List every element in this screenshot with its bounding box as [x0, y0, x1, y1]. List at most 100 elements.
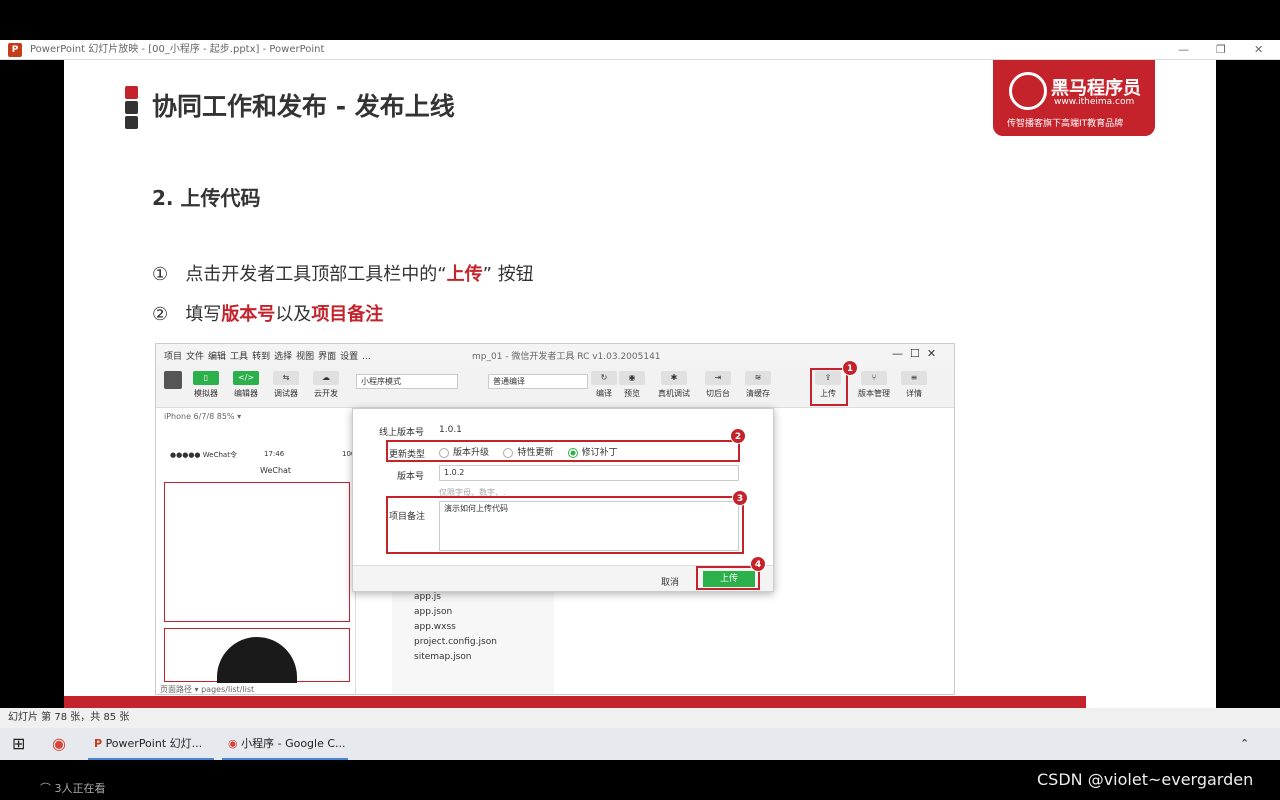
cancel-button[interactable]: 取消 [661, 575, 679, 588]
file-item[interactable]: sitemap.json [392, 652, 554, 667]
step-text: ” 按钮 [482, 264, 534, 285]
minimize-button[interactable]: — [1178, 40, 1189, 60]
badge-1: 1 [842, 360, 858, 376]
devtool-window-controls: — ☐ ✕ [892, 347, 937, 360]
chrome-icon[interactable]: ◉ [52, 728, 66, 760]
background-tool[interactable]: ⇥ 切后台 [700, 369, 736, 399]
editor-tool[interactable]: </> 编辑器 [228, 369, 264, 399]
simulator-pane: iPhone 6/7/8 85% ▾ ●●●●● WeChat令 17:46 1… [156, 408, 356, 694]
title-decoration [125, 86, 138, 131]
section-heading: 2. 上传代码 [152, 186, 261, 210]
menu-item[interactable]: 文件 [186, 352, 204, 362]
ppt-titlebar: P PowerPoint 幻灯片放映 - [00_小程序 - 起步.pptx] … [0, 40, 1280, 60]
ppt-window-title: PowerPoint 幻灯片放映 - [00_小程序 - 起步.pptx] - … [30, 44, 325, 55]
menu-item[interactable]: 工具 [230, 352, 248, 362]
slide-counter: 幻灯片 第 78 张，共 85 张 [8, 712, 130, 723]
clear-cache-tool[interactable]: ≋ 清缓存 [740, 369, 776, 399]
device-debug-tool[interactable]: ✱ 真机调试 [656, 369, 692, 399]
step-number: ② [152, 304, 169, 325]
close-button[interactable]: ✕ [1254, 40, 1263, 60]
slide-bottom-band [64, 696, 1086, 708]
slide-area: 协同工作和发布 - 发布上线 黑马程序员 www.itheima.com 传智播… [0, 60, 1280, 708]
step-highlight: 版本号 [221, 304, 276, 325]
debugger-tool[interactable]: ⇆ 调试器 [268, 369, 304, 399]
csdn-watermark: CSDN @violet~evergarden [1037, 770, 1254, 789]
phone-appname: WeChat [260, 466, 292, 475]
devtool-title: mp_01 - 微信开发者工具 RC v1.03.2005141 [472, 352, 661, 362]
preview-tool[interactable]: ◉ 预览 [614, 369, 650, 399]
stream-footer: ⌒ 3人正在看 CSDN @violet~evergarden [0, 760, 1280, 800]
powerpoint-icon: P [8, 43, 22, 57]
chrome-icon: ◉ [228, 737, 238, 750]
windows-taskbar: ⊞ ◉ P PowerPoint 幻灯... ◉ 小程序 - Google C.… [0, 728, 1280, 760]
file-item[interactable]: app.js [392, 592, 554, 607]
step-highlight: 上传 [446, 264, 483, 285]
step-text: 点击开发者工具顶部工具栏中的“ [185, 264, 447, 285]
page-path: 页面路径 ▾ pages/list/list [160, 685, 255, 694]
person-image [217, 637, 297, 683]
upload-highlight [810, 368, 848, 406]
cloud-icon: ☁ [313, 371, 339, 385]
menu-item[interactable]: 转到 [252, 352, 270, 362]
simulator-tool[interactable]: ▯ 模拟器 [188, 369, 224, 399]
phone-icon: ▯ [193, 371, 219, 385]
file-item[interactable]: app.json [392, 607, 554, 622]
menu-item[interactable]: 设置 [340, 352, 358, 362]
menu-item[interactable]: 编辑 [208, 352, 226, 362]
device-select[interactable]: iPhone 6/7/8 85% ▾ [164, 412, 241, 421]
powerpoint-icon: P [94, 737, 103, 750]
badge-4: 4 [750, 556, 766, 572]
tray-chevron-icon[interactable]: ⌃ [1240, 728, 1249, 760]
ppt-statusbar: 幻灯片 第 78 张，共 85 张 [0, 708, 1280, 728]
step-1: ① 点击开发者工具顶部工具栏中的“上传” 按钮 [152, 260, 534, 286]
step-2: ② 填写版本号以及项目备注 [152, 300, 383, 326]
mode-select[interactable]: 小程序模式 [356, 374, 458, 389]
viewers-count: ⌒ 3人正在看 [40, 782, 106, 795]
swap-icon: ⇆ [273, 371, 299, 385]
menu-item[interactable]: 选择 [274, 352, 292, 362]
eye-icon: ◉ [619, 371, 645, 385]
windows-start-icon[interactable]: ⊞ [12, 728, 25, 760]
itheima-logo: 黑马程序员 www.itheima.com 传智播客旗下高端IT教育品牌 [993, 60, 1155, 136]
online-version-value: 1.0.1 [439, 425, 462, 435]
switch-icon: ⇥ [705, 371, 731, 385]
taskbar-chrome[interactable]: ◉ 小程序 - Google C... [222, 728, 348, 760]
cloud-tool[interactable]: ☁ 云开发 [308, 369, 344, 399]
version-input[interactable]: 1.0.2 [439, 465, 739, 481]
menu-item[interactable]: ... [362, 352, 371, 362]
logo-slogan: 传智播客旗下高端IT教育品牌 [1007, 119, 1124, 129]
slide-title: 协同工作和发布 - 发布上线 [152, 92, 455, 121]
bug-icon: ✱ [661, 371, 687, 385]
menu-item[interactable]: 视图 [296, 352, 314, 362]
top-black-bar [0, 0, 1280, 40]
file-item[interactable]: app.wxss [392, 622, 554, 637]
details-tool[interactable]: ≡ 详情 [896, 369, 932, 399]
horse-logo-icon [1009, 72, 1047, 110]
step-text: 以及 [275, 304, 312, 325]
phone-content-box [164, 482, 350, 622]
branch-icon: ⑂ [861, 371, 887, 385]
menu-item[interactable]: 项目 [164, 352, 182, 362]
phone-signal: ●●●●● WeChat令 [170, 451, 237, 459]
slide[interactable]: 协同工作和发布 - 发布上线 黑马程序员 www.itheima.com 传智播… [64, 60, 1216, 708]
phone-image-box [164, 628, 350, 683]
compile-select[interactable]: 普通编译 [488, 374, 588, 389]
menu-item[interactable]: 界面 [318, 352, 336, 362]
avatar [164, 371, 182, 389]
file-tree: app.js app.json app.wxss project.config.… [392, 592, 554, 694]
type-highlight [386, 440, 740, 462]
phone-time: 17:46 [264, 450, 285, 458]
upload-btn-highlight [696, 566, 760, 590]
version-label: 版本号 [397, 472, 425, 482]
devtool-screenshot: 项目 文件 编辑 工具 转到 选择 视图 界面 设置... mp_01 - 微信开发者工具 RC… [155, 343, 955, 695]
file-item[interactable]: project.config.json [392, 637, 554, 652]
logo-url: www.itheima.com [1054, 97, 1135, 107]
devtool-menubar: 项目 文件 编辑 工具 转到 选择 视图 界面 设置... mp_01 - 微信开发者工具 RC… [156, 344, 954, 366]
taskbar-powerpoint[interactable]: P PowerPoint 幻灯... [88, 728, 214, 760]
step-number: ① [152, 264, 169, 285]
step-text: 填写 [185, 304, 222, 325]
restore-button[interactable]: ❐ [1216, 40, 1226, 60]
version-tool[interactable]: ⑂ 版本管理 [854, 369, 894, 399]
note-highlight [386, 496, 744, 554]
step-highlight: 项目备注 [311, 304, 384, 325]
